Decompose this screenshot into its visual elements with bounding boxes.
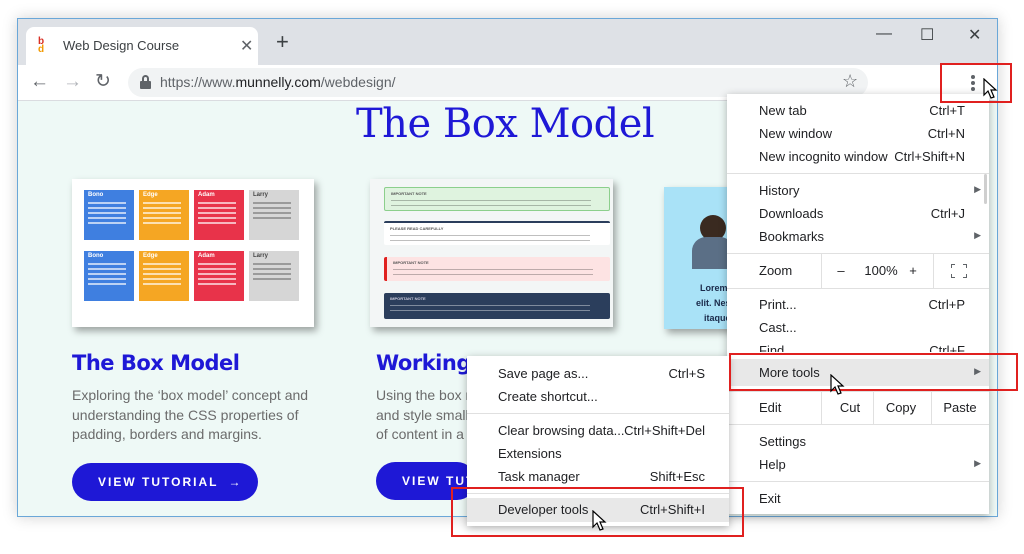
menu-item-more-tools[interactable]: More tools ▶ <box>727 359 989 386</box>
lock-icon <box>140 75 151 89</box>
site-favicon-icon: bd <box>38 36 45 55</box>
zoom-divider <box>821 254 822 288</box>
menu-scrollbar[interactable] <box>984 174 987 204</box>
url-text[interactable]: https://www.munnelly.com/webdesign/ <box>160 74 396 90</box>
tab-strip: bd Web Design Course ✕ + — ☐ ✕ <box>18 19 997 65</box>
menu-item-bookmarks[interactable]: Bookmarks ▶ <box>727 225 989 248</box>
submenu-arrow-icon: ▶ <box>974 184 981 194</box>
new-tab-button[interactable]: + <box>276 31 289 53</box>
forward-arrow-icon[interactable]: → <box>63 71 82 93</box>
tab-web-design-course[interactable]: bd Web Design Course ✕ <box>26 27 258 65</box>
menu-item-extensions[interactable]: Extensions <box>467 442 729 465</box>
menu-item-history[interactable]: History ▶ <box>727 179 989 202</box>
note-block: PLEASE READ CAREFULLY <box>384 221 610 245</box>
mouse-cursor-icon <box>592 510 607 531</box>
mouse-cursor-icon <box>830 374 845 395</box>
menu-separator <box>467 413 729 414</box>
grid-cell: Bono <box>84 190 134 240</box>
menu-item-exit[interactable]: Exit <box>727 487 989 510</box>
menu-separator <box>727 424 989 425</box>
zoom-out-button[interactable]: – <box>835 254 847 288</box>
view-tutorial-button[interactable]: VIEW TUTORIAL → <box>72 463 258 501</box>
page-heading: The Box Model <box>356 101 655 147</box>
note-block: IMPORTANT NOTE <box>384 293 610 319</box>
menu-item-print[interactable]: Print... Ctrl+P <box>727 293 989 316</box>
fullscreen-icon[interactable] <box>951 264 967 278</box>
edit-label: Edit <box>759 400 782 415</box>
grid-cell: Adam <box>194 251 244 301</box>
menu-separator <box>467 493 729 494</box>
zoom-level: 100% <box>864 263 898 278</box>
menu-separator <box>727 173 989 174</box>
menu-item-settings[interactable]: Settings <box>727 430 989 453</box>
grid-cell: Bono <box>84 251 134 301</box>
chrome-main-menu: New tab Ctrl+T New window Ctrl+N New incog… <box>727 94 989 514</box>
reload-icon[interactable]: ↻ <box>95 71 111 93</box>
menu-item-create-shortcut[interactable]: Create shortcut... <box>467 385 729 408</box>
address-bar[interactable]: https://www.munnelly.com/webdesign/ ☆ <box>128 68 868 97</box>
card-description: Using the box m and style small, of cont… <box>376 387 478 442</box>
tab-title: Web Design Course <box>63 38 180 53</box>
menu-separator <box>727 481 989 482</box>
grid-cell: Adam <box>194 190 244 240</box>
menu-item-help[interactable]: Help ▶ <box>727 453 989 476</box>
menu-item-new-tab[interactable]: New tab Ctrl+T <box>727 99 989 122</box>
menu-item-new-window[interactable]: New window Ctrl+N <box>727 122 989 145</box>
grid-cell: Larry <box>249 190 299 240</box>
grid-cell: Edge <box>139 251 189 301</box>
cut-button[interactable]: Cut <box>821 392 879 424</box>
note-block: IMPORTANT NOTE <box>384 187 610 211</box>
copy-button[interactable]: Copy <box>873 392 929 424</box>
menu-item-save-page[interactable]: Save page as... Ctrl+S <box>467 362 729 385</box>
kebab-menu-icon[interactable] <box>963 73 983 93</box>
bookmark-star-icon[interactable]: ☆ <box>842 71 858 92</box>
menu-item-task-manager[interactable]: Task manager Shift+Esc <box>467 465 729 488</box>
menu-item-clear-browsing-data[interactable]: Clear browsing data... Ctrl+Shift+Del <box>467 419 729 442</box>
note-block: IMPORTANT NOTE <box>384 257 610 281</box>
box-model-thumbnail[interactable]: Bono Edge Adam Larry Bono Edge Adam Larr… <box>72 179 314 327</box>
menu-separator <box>727 288 989 289</box>
menu-item-find[interactable]: Find... Ctrl+F <box>727 339 989 352</box>
maximize-button[interactable]: ☐ <box>920 25 934 45</box>
menu-item-downloads[interactable]: Downloads Ctrl+J <box>727 202 989 225</box>
tab-close-icon[interactable]: ✕ <box>240 36 253 56</box>
submenu-arrow-icon: ▶ <box>974 366 981 376</box>
zoom-divider <box>933 254 934 288</box>
notes-thumbnail[interactable]: IMPORTANT NOTE PLEASE READ CAREFULLY IMP… <box>370 179 613 327</box>
card-description: Exploring the ‘box model’ concept and un… <box>72 387 309 442</box>
submenu-arrow-icon: ▶ <box>974 458 981 468</box>
menu-item-new-incognito[interactable]: New incognito window Ctrl+Shift+N <box>727 145 989 168</box>
menu-item-cast[interactable]: Cast... <box>727 316 989 339</box>
arrow-right-icon: → <box>228 475 241 489</box>
card-title[interactable]: The Box Model <box>72 351 240 375</box>
more-tools-submenu: Save page as... Ctrl+S Create shortcut...… <box>467 356 729 526</box>
zoom-row: Zoom – 100% + <box>727 254 989 288</box>
edit-row: Edit Cut Copy Paste <box>727 392 989 424</box>
minimize-button[interactable]: — <box>876 25 892 43</box>
mouse-cursor-icon <box>983 78 998 99</box>
view-tutorial-button[interactable]: VIEW TUT <box>376 462 476 500</box>
grid-cell: Edge <box>139 190 189 240</box>
zoom-in-button[interactable]: + <box>907 254 919 288</box>
zoom-label: Zoom <box>759 263 793 278</box>
grid-cell: Larry <box>249 251 299 301</box>
submenu-arrow-icon: ▶ <box>974 230 981 240</box>
back-arrow-icon[interactable]: ← <box>30 71 49 93</box>
close-window-button[interactable]: ✕ <box>968 25 981 45</box>
paste-button[interactable]: Paste <box>931 392 989 424</box>
